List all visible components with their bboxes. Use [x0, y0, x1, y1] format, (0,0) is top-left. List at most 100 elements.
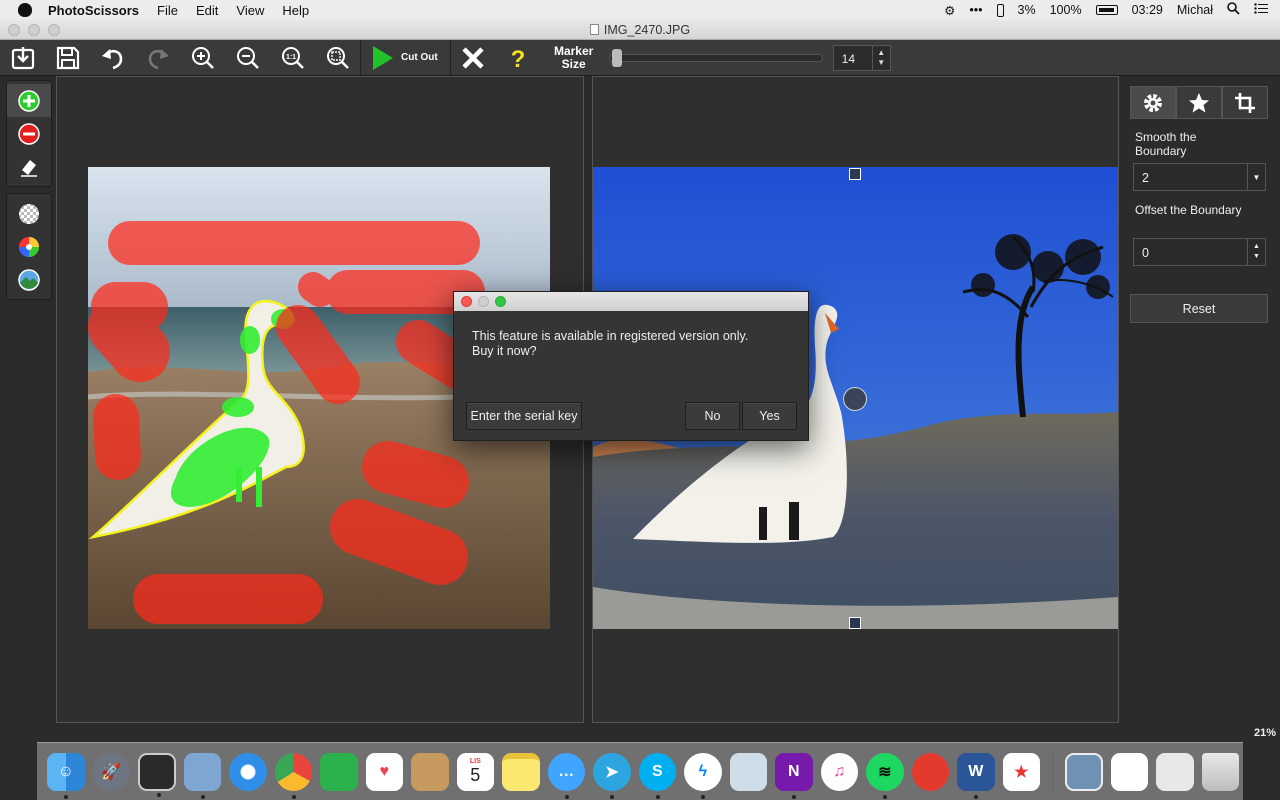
crop-handle-top[interactable]	[849, 168, 861, 180]
dock-pdf-icon[interactable]	[911, 752, 950, 791]
minus-circle-icon	[18, 122, 40, 145]
dock-calendar-icon[interactable]: LIS 5	[456, 752, 495, 791]
dock-contacts-icon[interactable]	[411, 752, 449, 791]
battery-icon[interactable]	[1095, 5, 1118, 15]
smooth-boundary-select[interactable]: 2 ▼	[1133, 163, 1266, 191]
marker-size-label: Marker Size	[551, 43, 597, 71]
document-icon	[589, 24, 599, 35]
menu-app-name[interactable]: PhotoScissors	[48, 3, 139, 18]
open-button[interactable]	[0, 40, 45, 76]
tab-effects[interactable]	[1176, 86, 1222, 119]
offset-up-icon[interactable]: ▲	[1253, 242, 1260, 252]
apple-icon[interactable]	[18, 3, 32, 17]
gear-status-icon[interactable]: ⚙	[944, 3, 955, 18]
redo-button[interactable]	[135, 40, 180, 76]
eraser-tool[interactable]	[7, 150, 51, 183]
zoom-in-button[interactable]	[180, 40, 225, 76]
dock-messages-icon[interactable]: …	[547, 752, 586, 799]
stepper-up-icon[interactable]: ▲	[877, 48, 885, 58]
crop-handle-bottom[interactable]	[849, 617, 861, 629]
dock-word-icon[interactable]: W	[957, 752, 995, 799]
offset-stepper-arrows[interactable]: ▲ ▼	[1247, 239, 1265, 265]
dock-itunes-icon[interactable]: ♫	[820, 752, 859, 791]
notification-center-icon[interactable]	[1254, 3, 1268, 17]
marker-size-stepper[interactable]: 14 ▲ ▼	[832, 44, 891, 71]
undo-button[interactable]	[90, 40, 135, 76]
offset-circle-handle[interactable]	[843, 387, 867, 411]
dock-photo-editor-icon[interactable]: ★	[1002, 752, 1041, 791]
dialog-minimize-button[interactable]	[478, 296, 489, 307]
dock-spotify-icon[interactable]: ≋	[866, 752, 904, 799]
fit-to-window-icon	[326, 46, 349, 69]
marker-size-slider[interactable]	[608, 48, 823, 67]
remove-marker-tool[interactable]	[7, 117, 51, 150]
phone-icon[interactable]	[996, 3, 1004, 17]
clear-markers-button[interactable]	[451, 40, 496, 76]
menu-help[interactable]: Help	[282, 3, 309, 18]
eraser-icon	[21, 159, 37, 177]
menu-view[interactable]: View	[236, 3, 264, 18]
marker-size-value[interactable]: 14	[832, 44, 873, 71]
enter-serial-key-button[interactable]: Enter the serial key	[466, 402, 582, 430]
zoom-window-button[interactable]	[48, 24, 60, 36]
smooth-boundary-value: 2	[1142, 171, 1149, 185]
fit-to-window-button[interactable]	[315, 40, 360, 76]
user-name[interactable]: Michał	[1177, 3, 1213, 17]
clock[interactable]: 03:29	[1132, 3, 1163, 17]
dock-skype-icon[interactable]: S	[638, 752, 677, 799]
dock-preview-icon[interactable]	[729, 752, 768, 791]
zoom-out-button[interactable]	[225, 40, 270, 76]
cut-out-button[interactable]: Cut Out	[361, 40, 450, 76]
offset-down-icon[interactable]: ▼	[1253, 252, 1260, 262]
tab-settings[interactable]	[1130, 86, 1176, 119]
save-button[interactable]	[45, 40, 90, 76]
stepper-down-icon[interactable]: ▼	[877, 58, 885, 68]
color-background-tool[interactable]	[7, 230, 51, 263]
offset-boundary-stepper[interactable]: 0 ▲ ▼	[1133, 238, 1266, 266]
more-icon[interactable]: •••	[969, 3, 982, 17]
main-toolbar: 1:1 Cut Out ? Marker Size 14 ▲ ▼	[0, 39, 1280, 76]
help-button[interactable]: ?	[496, 40, 541, 76]
checkerboard-icon	[19, 203, 39, 224]
star-icon	[1189, 92, 1209, 112]
dock-document-stack-icon[interactable]	[1156, 752, 1194, 791]
minimize-window-button[interactable]	[28, 24, 40, 36]
dock-finder-icon[interactable]: ☺	[47, 752, 85, 799]
no-button[interactable]: No	[685, 402, 740, 430]
offset-boundary-value: 0	[1142, 246, 1149, 260]
keep-marker-tool[interactable]	[7, 84, 51, 117]
spotlight-icon[interactable]	[1227, 2, 1240, 18]
svg-text:1:1: 1:1	[285, 54, 295, 61]
dock-jpeg-file-icon[interactable]	[1110, 752, 1149, 791]
dock-chrome-icon[interactable]	[274, 752, 313, 799]
dock-feedly-icon[interactable]	[320, 752, 358, 791]
question-mark-icon: ?	[511, 46, 526, 71]
dock-launchpad-icon[interactable]: 🚀	[92, 752, 130, 791]
dock-pocket-icon[interactable]: ♥	[365, 752, 404, 791]
yes-button[interactable]: Yes	[742, 402, 797, 430]
menu-edit[interactable]: Edit	[196, 3, 218, 18]
dialog-zoom-button[interactable]	[495, 296, 506, 307]
dock-onenote-icon[interactable]: N	[775, 752, 813, 799]
dialog-close-button[interactable]	[461, 296, 472, 307]
tab-crop[interactable]	[1222, 86, 1268, 119]
image-background-tool[interactable]	[7, 263, 51, 296]
close-window-button[interactable]	[8, 24, 20, 36]
dock-trash-icon[interactable]	[1201, 752, 1240, 791]
chevron-down-icon[interactable]: ▼	[1247, 164, 1265, 190]
stepper-arrows[interactable]: ▲ ▼	[872, 44, 891, 71]
dock-telegram-icon[interactable]: ➤	[593, 752, 631, 799]
actual-size-button[interactable]: 1:1	[270, 40, 315, 76]
dock-messenger-icon[interactable]: ϟ	[684, 752, 722, 799]
x-icon	[462, 46, 484, 69]
slider-knob[interactable]	[611, 48, 622, 67]
marker-label-line1: Marker	[553, 43, 594, 58]
menu-file[interactable]: File	[157, 3, 178, 18]
dock-image-stack-icon[interactable]	[1065, 752, 1103, 791]
transparent-background-tool[interactable]	[7, 197, 51, 230]
dock-photo-browser-icon[interactable]	[138, 752, 176, 797]
dock-photoscissors-icon[interactable]	[183, 752, 222, 799]
dock-notes-icon[interactable]	[502, 752, 540, 791]
dock-safari-icon[interactable]	[229, 752, 267, 791]
reset-button[interactable]: Reset	[1130, 294, 1268, 323]
